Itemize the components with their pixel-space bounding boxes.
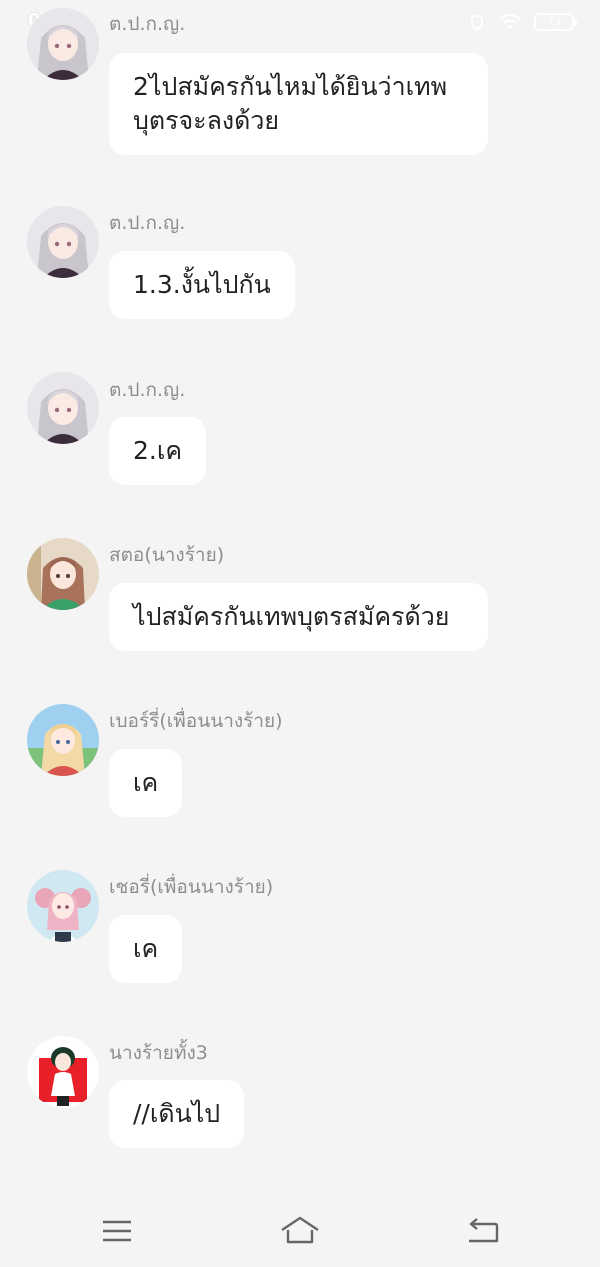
battery-icon: 73 [534,13,577,31]
message-bubble[interactable]: ไปสมัครกันเทพบุตรสมัครด้วย [109,583,488,651]
sender-name: ต.ป.ก.ญ. [109,212,186,234]
avatar-silver-hair-girl[interactable] [27,8,99,80]
home-icon [281,1216,319,1244]
sender-name: ต.ป.ก.ญ. [109,379,186,401]
sender-name: นางร้ายทั้ง3 [109,1042,208,1064]
message-bubble[interactable]: เค [109,915,183,983]
sender-name: เชอรี่(เพื่อนนางร้าย) [109,876,274,898]
message-bubble[interactable]: 2.เค [109,417,207,485]
chat-screen: 09:1··· 73 ต.ป.ก.ญ. 2ไปสมัครกันไหมได้ [0,0,600,1267]
sender-name: ต.ป.ก.ญ. [109,13,186,35]
sender-name: เบอร์รี่(เพื่อนนางร้าย) [109,710,283,732]
avatar-green-hoodie-girl[interactable] [27,538,99,610]
avatar-silver-hair-girl[interactable] [27,206,99,278]
menu-icon [103,1220,131,1242]
avatar-pink-twintail-girl[interactable] [27,870,99,942]
wifi-icon [498,13,522,31]
battery-level: 73 [547,15,561,28]
menu-button[interactable] [95,1213,139,1249]
avatar-blonde-girl[interactable] [27,704,99,776]
message-bubble[interactable]: 2ไปสมัครกันไหมได้ยินว่าเทพบุตรจะลงด้วย [109,53,488,155]
sender-name: สตอ(นางร้าย) [109,544,225,566]
message-bubble[interactable]: 1.3.งั้นไปกัน [109,251,295,319]
navigation-bar [0,1195,600,1267]
message-bubble[interactable]: เค [109,749,183,817]
back-icon [469,1218,499,1243]
alarm-icon [468,12,486,32]
avatar-silver-hair-girl[interactable] [27,372,99,444]
status-icons: 73 [468,12,577,32]
back-button[interactable] [461,1213,505,1249]
home-button[interactable] [278,1213,322,1249]
message-bubble[interactable]: //เดินไป [109,1080,245,1148]
avatar-green-hair-girl-red-bg[interactable] [27,1036,99,1108]
